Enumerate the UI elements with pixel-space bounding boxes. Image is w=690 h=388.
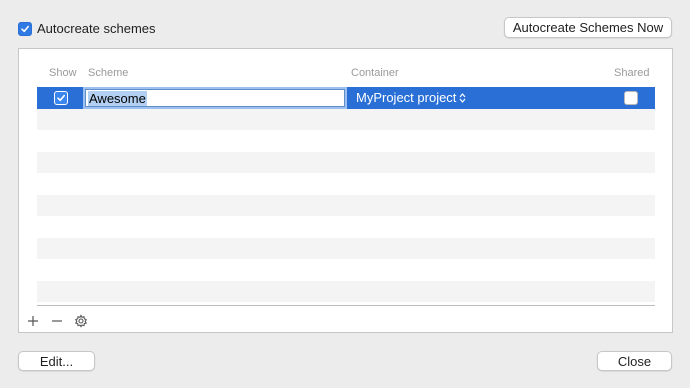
column-header-container[interactable]: Container — [351, 67, 399, 79]
gear-icon[interactable] — [74, 314, 88, 328]
autocreate-schemes-label: Autocreate schemes — [37, 21, 156, 36]
column-header-show[interactable]: Show — [49, 67, 77, 79]
schemes-table-panel: Show Scheme Container Shared Awesome MyP… — [18, 48, 673, 333]
container-value: MyProject project — [356, 90, 457, 105]
scheme-name-field[interactable]: Awesome — [83, 87, 347, 109]
autocreate-schemes-now-button[interactable]: Autocreate Schemes Now — [504, 17, 672, 38]
show-checkbox[interactable] — [54, 91, 68, 105]
autocreate-checkbox-box[interactable] — [18, 21, 32, 36]
empty-row — [37, 194, 655, 216]
scheme-name-text[interactable]: Awesome — [88, 90, 147, 106]
autocreate-schemes-checkbox[interactable]: Autocreate schemes — [18, 21, 156, 36]
shared-checkbox[interactable] — [624, 91, 638, 105]
close-button[interactable]: Close — [597, 351, 672, 371]
empty-row — [37, 280, 655, 302]
empty-row — [37, 151, 655, 173]
chevron-updown-icon — [459, 92, 466, 103]
edit-button[interactable]: Edit... — [18, 351, 95, 371]
empty-row — [37, 108, 655, 130]
empty-row — [37, 237, 655, 259]
container-popup[interactable]: MyProject project — [356, 90, 466, 105]
checkmark-icon — [21, 25, 29, 32]
table-bottom-divider — [37, 305, 655, 306]
minus-icon[interactable] — [51, 315, 63, 327]
column-header-scheme[interactable]: Scheme — [88, 67, 128, 79]
checkmark-icon — [57, 94, 65, 102]
column-header-shared[interactable]: Shared — [614, 67, 649, 79]
plus-icon[interactable] — [27, 315, 39, 327]
